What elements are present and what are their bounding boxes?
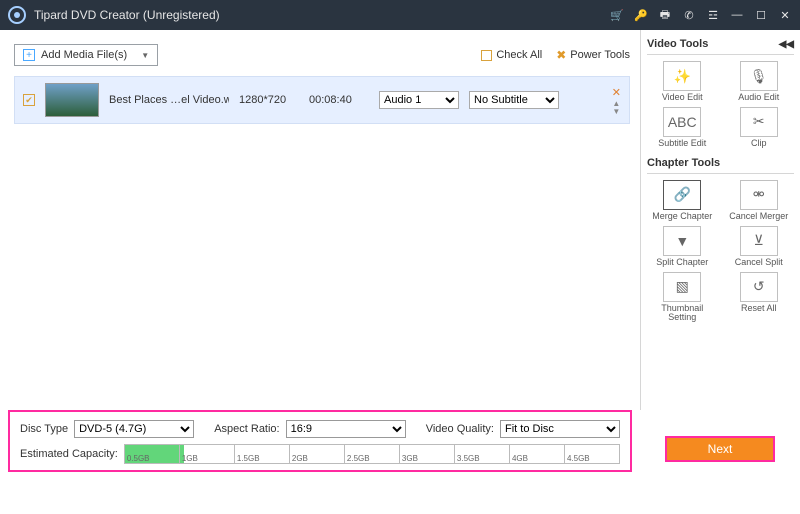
move-down-icon[interactable]: ▼	[612, 109, 620, 115]
tool-label: Thumbnail Setting	[647, 304, 718, 324]
left-toolbar: + Add Media File(s) ▼ Check All ✖ Power …	[14, 44, 630, 66]
tool-label: Cancel Merger	[729, 212, 788, 222]
reset-all-icon: ↺	[740, 272, 778, 302]
main-area: + Add Media File(s) ▼ Check All ✖ Power …	[0, 30, 800, 410]
duration-label: 00:08:40	[309, 94, 369, 106]
key-icon[interactable]: 🔑	[634, 8, 648, 22]
capacity-row: Estimated Capacity: 0.5GB1GB1.5GB2GB2.5G…	[20, 444, 620, 464]
tool-video-edit[interactable]: ✨ Video Edit	[647, 61, 718, 103]
capacity-bar: 0.5GB1GB1.5GB2GB2.5GB3GB3.5GB4GB4.5GB	[124, 444, 620, 464]
row-checkbox[interactable]: ✔	[23, 94, 35, 106]
collapse-icon[interactable]: ◀◀	[779, 39, 794, 50]
next-column: Next	[640, 410, 800, 472]
capacity-ticks: 0.5GB1GB1.5GB2GB2.5GB3GB3.5GB4GB4.5GB	[125, 445, 619, 463]
tool-clip[interactable]: ✂ Clip	[724, 107, 795, 149]
aspect-ratio-select[interactable]: 16:9	[286, 420, 406, 438]
tool-split-chapter[interactable]: ▼ Split Chapter	[647, 226, 718, 268]
tool-label: Reset All	[741, 304, 777, 314]
video-tools-grid: ✨ Video Edit 🎙 Audio Edit ABC Subtitle Edit ✂ C…	[647, 61, 794, 149]
left-panel: + Add Media File(s) ▼ Check All ✖ Power …	[0, 30, 640, 410]
capacity-tick: 3GB	[399, 445, 454, 463]
video-thumbnail[interactable]	[45, 83, 99, 117]
subtitle-edit-icon: ABC	[663, 107, 701, 137]
tool-merge-chapter[interactable]: 🔗 Merge Chapter	[647, 180, 718, 222]
media-row[interactable]: ✔ Best Places …el Video.wmv 1280*720 00:…	[14, 76, 630, 124]
next-button[interactable]: Next	[665, 436, 775, 462]
tool-thumbnail-setting[interactable]: ▧Thumbnail Setting	[647, 272, 718, 324]
capacity-tick: 1GB	[179, 445, 234, 463]
tool-label: Audio Edit	[738, 93, 779, 103]
close-icon[interactable]: ✕	[778, 8, 792, 22]
capacity-tick: 2GB	[289, 445, 344, 463]
output-settings: Disc Type DVD-5 (4.7G) Aspect Ratio: 16:…	[8, 410, 632, 472]
settings-row: Disc Type DVD-5 (4.7G) Aspect Ratio: 16:…	[20, 420, 620, 438]
disc-type-select[interactable]: DVD-5 (4.7G)	[74, 420, 194, 438]
aspect-ratio-label: Aspect Ratio:	[214, 423, 279, 435]
capacity-tick: 0.5GB	[125, 445, 179, 463]
right-panel: Video Tools ◀◀ ✨ Video Edit 🎙 Audio Edit ABC…	[640, 30, 800, 410]
merge-chapter-icon: 🔗	[663, 180, 701, 210]
video-edit-icon: ✨	[663, 61, 701, 91]
capacity-label: Estimated Capacity:	[20, 448, 118, 460]
tool-label: Video Edit	[662, 93, 703, 103]
remove-row-icon[interactable]: ✕	[612, 86, 621, 99]
capacity-tick: 2.5GB	[344, 445, 399, 463]
tools-icon: ✖	[556, 48, 566, 62]
tool-label: Cancel Split	[735, 258, 783, 268]
tool-label: Merge Chapter	[652, 212, 712, 222]
checkbox-icon	[481, 50, 492, 61]
power-tools-button[interactable]: ✖ Power Tools	[556, 48, 630, 62]
menu-icon[interactable]: ☲	[706, 8, 720, 22]
chapter-tools-header: Chapter Tools	[647, 157, 794, 174]
print-icon[interactable]: 🖶	[658, 8, 672, 22]
tool-subtitle-edit[interactable]: ABC Subtitle Edit	[647, 107, 718, 149]
chapter-tools-grid: 🔗 Merge Chapter ⚮ Cancel Merger ▼ Split Chapt…	[647, 180, 794, 324]
video-quality-select[interactable]: Fit to Disc	[500, 420, 620, 438]
clip-icon: ✂	[740, 107, 778, 137]
capacity-tick: 3.5GB	[454, 445, 509, 463]
video-tools-header: Video Tools ◀◀	[647, 38, 794, 55]
tool-audio-edit[interactable]: 🎙 Audio Edit	[724, 61, 795, 103]
plus-icon: +	[23, 49, 35, 61]
power-tools-label: Power Tools	[570, 49, 630, 61]
capacity-tick: 4GB	[509, 445, 564, 463]
cart-icon[interactable]: 🛒	[610, 8, 624, 22]
app-logo-icon	[8, 6, 26, 24]
phone-icon[interactable]: ✆	[682, 8, 696, 22]
cancel-merger-icon: ⚮	[740, 180, 778, 210]
tool-reset-all[interactable]: ↺ Reset All	[724, 272, 795, 324]
capacity-tick: 4.5GB	[564, 445, 619, 463]
titlebar: Tipard DVD Creator (Unregistered) 🛒 🔑 🖶 …	[0, 0, 800, 30]
footer: Disc Type DVD-5 (4.7G) Aspect Ratio: 16:…	[0, 410, 800, 472]
resolution-label: 1280*720	[239, 94, 299, 106]
minimize-icon[interactable]: —	[730, 8, 744, 22]
subtitle-select[interactable]: No Subtitle	[469, 91, 559, 109]
add-media-button[interactable]: + Add Media File(s) ▼	[14, 44, 158, 66]
tool-label: Split Chapter	[656, 258, 708, 268]
audio-edit-icon: 🎙	[740, 61, 778, 91]
disc-type-label: Disc Type	[20, 423, 68, 435]
row-actions: ✕ ▲ ▼	[612, 86, 621, 115]
audio-select[interactable]: Audio 1	[379, 91, 459, 109]
capacity-tick: 1.5GB	[234, 445, 289, 463]
add-media-label: Add Media File(s)	[41, 49, 127, 61]
tool-cancel-merger[interactable]: ⚮ Cancel Merger	[724, 180, 795, 222]
split-chapter-icon: ▼	[663, 226, 701, 256]
maximize-icon[interactable]: ☐	[754, 8, 768, 22]
filename-label: Best Places …el Video.wmv	[109, 94, 229, 106]
video-quality-label: Video Quality:	[426, 423, 494, 435]
check-all-label: Check All	[496, 49, 542, 61]
thumbnail-setting-icon: ▧	[663, 272, 701, 302]
move-up-icon[interactable]: ▲	[612, 101, 620, 107]
tool-cancel-split[interactable]: ⊻ Cancel Split	[724, 226, 795, 268]
chevron-down-icon: ▼	[141, 51, 149, 60]
cancel-split-icon: ⊻	[740, 226, 778, 256]
check-all-toggle[interactable]: Check All	[481, 49, 542, 61]
tool-label: Clip	[751, 139, 767, 149]
app-title: Tipard DVD Creator (Unregistered)	[34, 8, 610, 22]
tool-label: Subtitle Edit	[658, 139, 706, 149]
titlebar-actions: 🛒 🔑 🖶 ✆ ☲ — ☐ ✕	[610, 8, 792, 22]
